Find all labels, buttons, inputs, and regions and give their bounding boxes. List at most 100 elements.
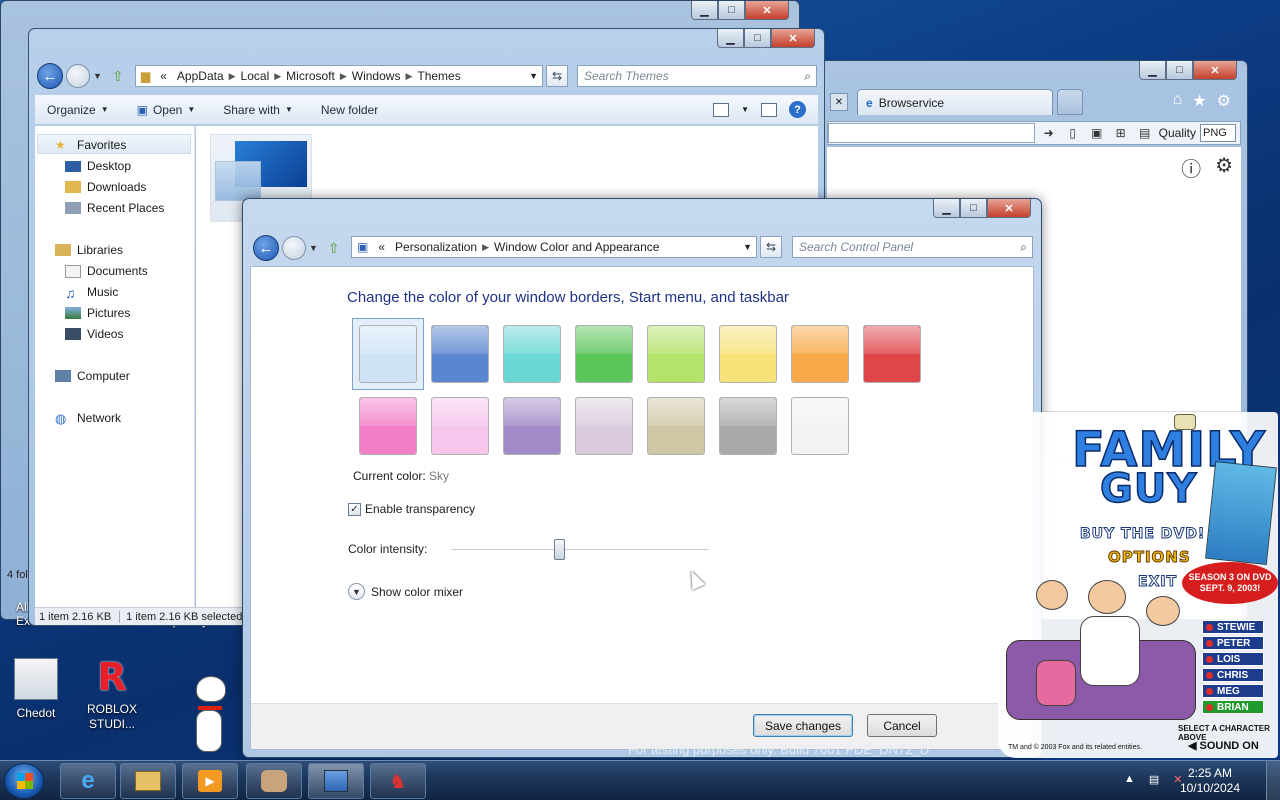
maximize-button[interactable]: □ [960, 199, 987, 218]
transparency-checkbox[interactable]: ✓ [348, 502, 361, 516]
buy-dvd-link[interactable]: BUY THE DVD! [1079, 526, 1205, 543]
organize-button[interactable]: Organize ▼ [47, 103, 109, 117]
family-guy-ad[interactable]: FAMILY GUY BUY THE DVD! OPTIONS EXIT SEA… [988, 412, 1280, 762]
taskbar-clock[interactable]: 2:25 AM 10/10/2024 [1180, 766, 1240, 796]
refresh-icon[interactable]: ⇆ [760, 236, 782, 258]
character-brian[interactable]: BRIAN [1202, 700, 1264, 714]
character-stewie[interactable]: STEWIE [1202, 620, 1264, 634]
minimize-button[interactable]: ▁ [1139, 61, 1166, 80]
home-icon[interactable]: ⌂ [1173, 91, 1183, 111]
new-folder-button[interactable]: New folder [321, 103, 378, 117]
search-themes-input[interactable]: Search Themes ⌕ [577, 65, 817, 87]
address-dropdown-icon[interactable]: ▼ [529, 71, 538, 81]
taskbar-explorer[interactable] [120, 763, 176, 799]
forward-button[interactable] [282, 236, 306, 260]
color-swatch-8[interactable] [863, 325, 921, 383]
show-hidden-icons-icon[interactable]: ▲ [1124, 773, 1135, 786]
bookmark-icon[interactable]: ▯ [1063, 124, 1083, 142]
intensity-slider-thumb[interactable] [554, 539, 566, 560]
browser-tab[interactable]: e Browservice [857, 89, 1053, 115]
color-swatch-5[interactable] [647, 325, 705, 383]
new-tab-button[interactable] [1057, 89, 1083, 115]
enable-transparency-option[interactable]: ✓ Enable transparency [348, 502, 475, 516]
share-with-button[interactable]: Share with ▼ [223, 103, 293, 117]
nav-documents[interactable]: Documents [65, 264, 148, 278]
character-meg[interactable]: MEG [1202, 684, 1264, 698]
brian-dog-desktop-pet[interactable] [184, 676, 234, 760]
change-view-icon[interactable] [713, 102, 730, 117]
address-dropdown-icon[interactable]: ▼ [743, 242, 752, 252]
history-dropdown-icon[interactable]: ▼ [309, 243, 318, 253]
character-lois[interactable]: LOIS [1202, 652, 1264, 666]
search-icon[interactable]: ⌕ [1020, 240, 1027, 255]
nav-pictures[interactable]: Pictures [65, 306, 130, 320]
maximize-button[interactable]: □ [1166, 61, 1193, 80]
breadcrumb-item[interactable]: Window Color and Appearance [489, 240, 664, 254]
close-button[interactable]: ✕ [1193, 61, 1237, 80]
maximize-button[interactable]: □ [744, 29, 771, 48]
taskbar-family-guy-app[interactable] [246, 763, 302, 799]
favorites-star-icon[interactable]: ★ [1192, 91, 1206, 111]
open-button[interactable]: ▣ Open ▼ [137, 103, 196, 117]
breadcrumb-item[interactable]: Personalization [390, 240, 482, 254]
color-swatch-7[interactable] [791, 397, 849, 455]
show-color-mixer-toggle[interactable]: ▼ Show color mixer [348, 583, 463, 600]
refresh-icon[interactable]: ⇆ [546, 65, 568, 87]
intensity-slider-track[interactable] [451, 549, 709, 551]
chedot-desktop-icon[interactable]: Chedot [12, 658, 60, 720]
dialog-address-bar[interactable]: ▣ « Personalization ▶ Window Color and Ap… [351, 236, 757, 258]
nav-desktop[interactable]: Desktop [65, 159, 131, 173]
back-button[interactable]: ← [37, 63, 63, 89]
color-swatch-3[interactable] [503, 325, 561, 383]
maximize-button[interactable]: □ [718, 1, 745, 20]
options-link[interactable]: OPTIONS [1108, 548, 1191, 567]
cancel-button[interactable]: Cancel [867, 714, 937, 737]
color-swatch-4[interactable] [575, 325, 633, 383]
help-icon[interactable]: ? [789, 101, 806, 118]
close-button[interactable]: ✕ [745, 1, 789, 20]
nav-music[interactable]: ♫ Music [65, 285, 118, 301]
go-arrow-icon[interactable]: ➜ [1039, 124, 1059, 142]
close-button[interactable]: ✕ [987, 199, 1031, 218]
character-chris[interactable]: CHRIS [1202, 668, 1264, 682]
info-icon[interactable]: ⓘ [1181, 153, 1201, 182]
nav-recent-places[interactable]: Recent Places [65, 201, 164, 215]
character-peter[interactable]: PETER [1202, 636, 1264, 650]
start-button[interactable] [4, 763, 44, 799]
roblox-studio-desktop-icon[interactable]: R ROBLOX STUDI... [84, 656, 140, 731]
history-dropdown-icon[interactable]: ▼ [93, 71, 102, 81]
minimize-button[interactable]: ▁ [717, 29, 744, 48]
overflow-chevron[interactable]: « [155, 69, 172, 83]
sound-toggle[interactable]: ◀ SOUND ON [1188, 739, 1259, 752]
color-swatch-1[interactable] [359, 325, 417, 383]
explorer-address-bar[interactable]: ▆ « AppData ▶ Local ▶ Microsoft ▶ Windows ▶ … [135, 65, 543, 87]
nav-favorites[interactable]: ★ Favorites [55, 138, 126, 152]
minimize-button[interactable]: ▁ [691, 1, 718, 20]
settings-gear-icon[interactable]: ⚙ [1217, 91, 1231, 111]
search-control-panel-input[interactable]: Search Control Panel ⌕ [792, 236, 1033, 258]
browser-url-field[interactable] [828, 123, 1035, 143]
color-swatch-5[interactable] [647, 397, 705, 455]
color-swatch-6[interactable] [719, 325, 777, 383]
color-swatch-6[interactable] [719, 397, 777, 455]
taskbar-app-bird[interactable]: ♞ [370, 763, 426, 799]
up-folder-icon[interactable]: ⇧ [328, 240, 340, 257]
preview-pane-icon[interactable] [761, 102, 777, 117]
color-swatch-2[interactable] [431, 397, 489, 455]
taskbar-control-panel[interactable] [308, 763, 364, 799]
overflow-chevron[interactable]: « [373, 240, 390, 254]
up-folder-icon[interactable]: ⇧ [112, 68, 124, 85]
find-icon[interactable]: ⊞ [1111, 124, 1131, 142]
clipboard-icon[interactable]: ▤ [1135, 124, 1155, 142]
breadcrumb-item[interactable]: Windows [347, 69, 406, 83]
breadcrumb-item[interactable]: Microsoft [281, 69, 340, 83]
search-icon[interactable]: ⌕ [804, 69, 811, 84]
color-swatch-1[interactable] [359, 397, 417, 455]
nav-downloads[interactable]: Downloads [65, 180, 146, 194]
color-swatch-7[interactable] [791, 325, 849, 383]
save-changes-button[interactable]: Save changes [753, 714, 853, 737]
nav-videos[interactable]: Videos [65, 327, 123, 341]
taskbar-media-player[interactable]: ▶ [182, 763, 238, 799]
nav-network[interactable]: ◍ Network [55, 411, 121, 426]
breadcrumb-item[interactable]: Themes [412, 69, 465, 83]
